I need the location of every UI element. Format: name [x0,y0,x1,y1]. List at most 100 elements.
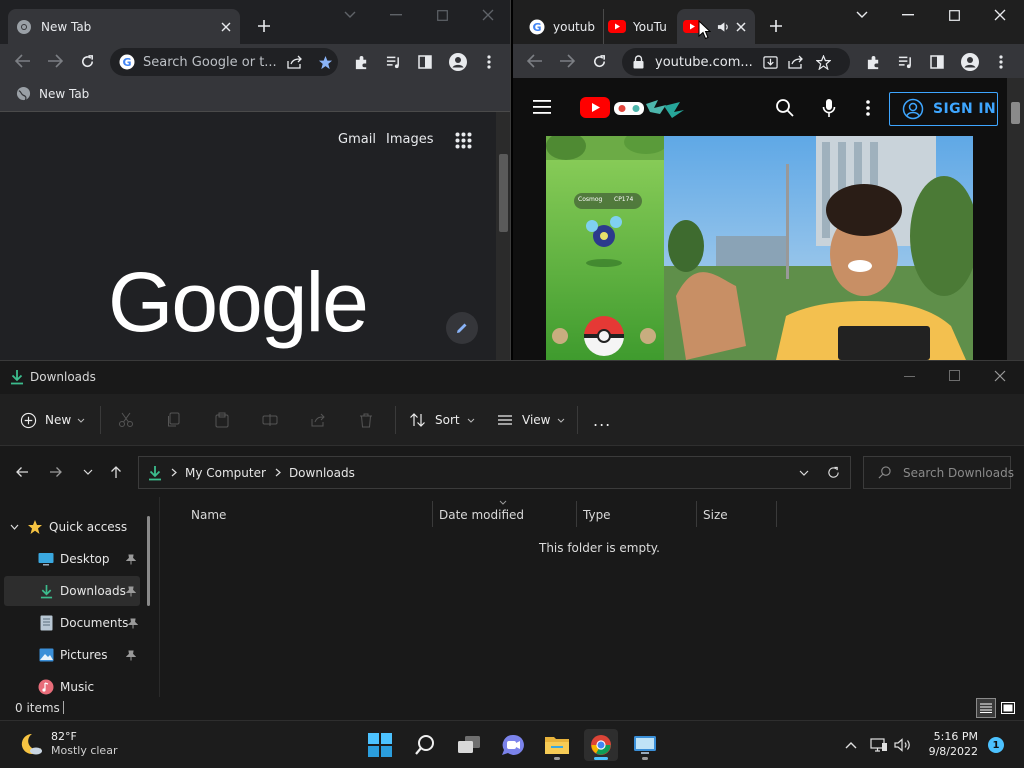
back-arrow-icon[interactable] [12,462,32,482]
share-icon[interactable] [287,55,303,69]
address-bar[interactable]: My Computer Downloads [138,456,851,489]
new-tab-button[interactable] [765,15,787,37]
scrollbar-thumb[interactable] [1011,102,1020,124]
volume-icon[interactable] [893,736,913,754]
nav-scrollbar[interactable] [147,516,150,606]
side-panel-icon[interactable] [927,52,947,72]
search-icon[interactable] [773,96,797,120]
install-app-icon[interactable] [763,55,778,70]
kebab-menu-icon[interactable] [992,52,1010,72]
sort-button[interactable]: Sort [409,394,475,446]
nav-desktop[interactable]: Desktop [4,544,140,574]
back-arrow-icon[interactable] [524,51,546,71]
youtube-logo[interactable] [580,96,686,120]
chrome-icon[interactable] [584,729,618,761]
column-type[interactable]: Type [583,504,611,526]
customize-button[interactable] [446,312,478,344]
close-tab-icon[interactable] [220,21,232,33]
refresh-icon[interactable] [827,466,840,479]
close-window-button[interactable] [477,6,499,24]
bookmark-star-icon[interactable] [318,55,333,70]
extensions-icon[interactable] [351,52,371,72]
forward-arrow-icon[interactable] [556,51,578,71]
breadcrumb-downloads[interactable]: Downloads [289,466,355,480]
media-queue-icon[interactable] [383,52,403,72]
minimize-button[interactable] [385,6,407,24]
chat-icon[interactable] [496,729,530,761]
gmail-link[interactable]: Gmail [338,132,376,147]
scrollbar-thumb[interactable] [499,154,508,232]
media-queue-icon[interactable] [895,52,915,72]
network-icon[interactable] [869,736,889,754]
cut-button[interactable] [118,394,134,446]
close-window-button[interactable] [989,6,1011,24]
extensions-icon[interactable] [863,52,883,72]
omnibox[interactable]: youtube.com... [622,48,850,76]
up-arrow-icon[interactable] [106,462,126,482]
column-date-modified[interactable]: Date modified [439,504,524,526]
reload-icon[interactable] [588,51,610,71]
minimize-button[interactable] [898,367,922,385]
windows-start-icon[interactable] [363,729,397,761]
settings-dots-icon[interactable] [858,98,878,118]
nav-documents[interactable]: Documents [4,608,140,638]
clock[interactable]: 5:16 PM 9/8/2022 [928,730,978,758]
microphone-icon[interactable] [817,96,841,120]
maximize-button[interactable] [943,367,967,385]
large-icons-view-button[interactable] [998,698,1018,718]
column-name[interactable]: Name [191,504,226,526]
nav-pictures[interactable]: Pictures [4,640,140,670]
rename-button[interactable] [262,394,278,446]
recent-locations-icon[interactable] [78,462,98,482]
close-window-button[interactable] [988,367,1012,385]
new-tab-button[interactable] [253,15,275,37]
chevron-up-icon[interactable] [842,736,860,754]
delete-button[interactable] [358,394,374,446]
paste-button[interactable] [214,394,230,446]
see-more-button[interactable]: ... [593,394,611,446]
copy-button[interactable] [166,394,182,446]
share-button[interactable] [310,394,326,446]
tab-youtube-1[interactable]: YouTu [603,9,681,44]
nav-music[interactable]: Music [4,672,140,702]
hamburger-menu-icon[interactable] [531,98,553,116]
maximize-button[interactable] [431,6,453,24]
close-tab-icon[interactable] [736,21,746,32]
breadcrumb-my-computer[interactable]: My Computer [185,466,266,480]
profile-avatar[interactable] [959,51,981,73]
search-downloads-input[interactable]: Search Downloads [863,456,1014,489]
address-history-chevron-icon[interactable] [799,470,809,476]
speaker-icon[interactable] [717,21,730,33]
tab-youtube-search[interactable]: G youtub [521,9,603,44]
weather-widget[interactable]: 82°F Mostly clear [18,730,117,757]
notification-badge[interactable]: 1 [988,737,1004,753]
nav-downloads[interactable]: Downloads [4,576,140,606]
reload-icon[interactable] [76,51,98,71]
omnibox[interactable]: G Search Google or t... [110,48,338,76]
minimize-button[interactable] [897,6,919,24]
sign-in-button[interactable]: SIGN IN [889,92,998,126]
profile-avatar[interactable] [447,51,469,73]
nav-quick-access[interactable]: Quick access [4,512,140,542]
maximize-button[interactable] [943,6,965,24]
apps-grid-icon[interactable] [455,132,472,149]
scrollbar[interactable] [496,112,510,360]
bookmark-new-tab[interactable]: New Tab [16,86,89,101]
forward-arrow-icon[interactable] [46,462,66,482]
tab-new-tab[interactable]: New Tab [8,9,240,44]
bookmark-star-icon[interactable] [815,54,831,70]
back-arrow-icon[interactable] [12,51,34,71]
remote-desktop-icon[interactable] [628,729,662,761]
search-icon[interactable] [408,729,442,761]
tab-youtube-active[interactable] [677,9,755,44]
side-panel-icon[interactable] [415,52,435,72]
tab-search-icon[interactable] [851,6,873,24]
details-view-button[interactable] [976,698,996,718]
scrollbar[interactable] [1007,78,1024,360]
task-view-icon[interactable] [452,729,486,761]
file-explorer-icon[interactable] [540,729,574,761]
view-button[interactable]: View [497,394,565,446]
images-link[interactable]: Images [386,132,434,147]
video-player[interactable]: Cosmog CP174 [546,136,973,360]
share-icon[interactable] [788,55,804,69]
